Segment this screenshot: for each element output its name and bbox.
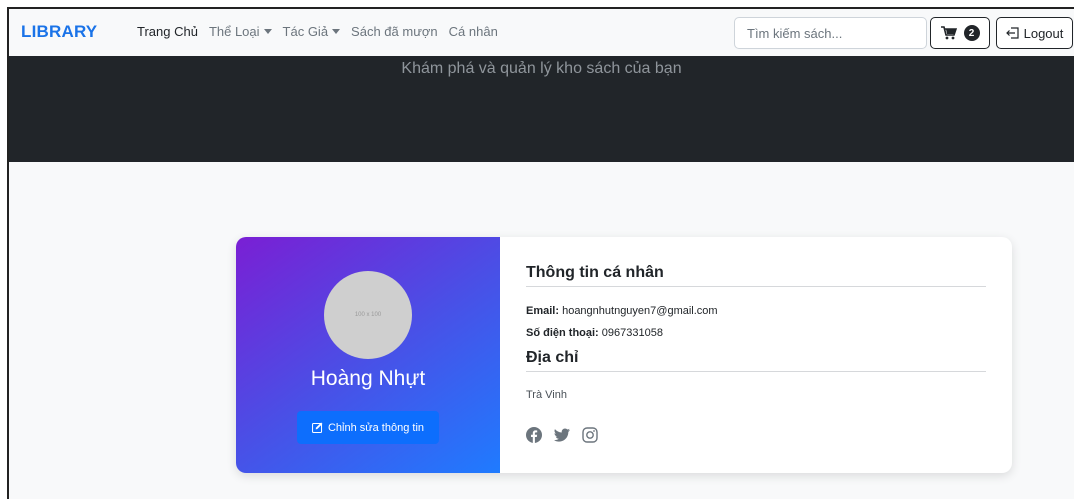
caret-down-icon [332,29,341,34]
nav-link-borrowed-books[interactable]: Sách đã mượn [351,24,438,39]
profile-card: 100 x 100 Hoàng Nhựt Chỉnh sửa thông tin… [236,237,1012,473]
logout-label: Logout [1023,25,1064,41]
edit-icon [312,422,323,433]
nav-link-label: Trang Chủ [137,24,198,39]
nav-link-label: Cá nhân [448,24,498,39]
address-title: Địa chỉ [526,349,986,372]
social-links [526,427,598,443]
nav-link-categories[interactable]: Thể Loại [209,24,272,39]
instagram-icon[interactable] [582,427,598,443]
logout-button[interactable]: Logout [996,17,1073,49]
facebook-icon[interactable] [526,427,542,443]
logout-icon [1005,27,1019,39]
edit-profile-label: Chỉnh sửa thông tin [327,421,425,434]
nav-link-label: Thể Loại [208,24,260,39]
profile-name: Hoàng Nhựt [310,367,426,390]
nav-link-profile[interactable]: Cá nhân [449,24,498,39]
email-line: Email: hoangnhutnguyen7@gmail.com [526,305,718,317]
email-value: hoangnhutnguyen7@gmail.com [562,305,718,317]
address-value: Trà Vinh [526,389,567,401]
edit-profile-button[interactable]: Chỉnh sửa thông tin [297,411,439,444]
browser-viewport: LIBRARY Trang Chủ Thể Loại Tác Giả Sách … [7,7,1074,499]
brand-logo[interactable]: LIBRARY [21,22,97,42]
phone-value: 0967331058 [601,327,663,339]
hero-banner: Khám phá và quản lý kho sách của bạn [9,56,1074,162]
profile-sidebar: 100 x 100 Hoàng Nhựt Chỉnh sửa thông tin [236,237,500,473]
nav-link-authors[interactable]: Tác Giả [283,24,341,39]
caret-down-icon [263,29,272,34]
personal-info-title: Thông tin cá nhân [526,264,986,287]
cart-count-badge: 2 [963,25,980,41]
navbar: LIBRARY Trang Chủ Thể Loại Tác Giả Sách … [9,9,1074,56]
phone-line: Số điện thoại: 0967331058 [526,327,663,339]
hero-tagline: Khám phá và quản lý kho sách của bạn [401,60,682,77]
cart-button[interactable]: 2 [930,17,990,49]
nav-link-label: Sách đã mượn [351,24,438,39]
cart-icon [940,26,957,40]
profile-details: Thông tin cá nhân Email: hoangnhutnguyen… [500,237,1012,473]
nav-link-home[interactable]: Trang Chủ [137,24,198,39]
twitter-icon[interactable] [554,427,570,443]
avatar: 100 x 100 [324,271,412,359]
phone-label: Số điện thoại: [526,327,599,339]
search-input[interactable] [734,17,927,49]
nav-links: Trang Chủ Thể Loại Tác Giả Sách đã mượn … [137,24,509,39]
email-label: Email: [526,305,560,317]
avatar-placeholder-text: 100 x 100 [354,312,382,318]
nav-link-label: Tác Giả [282,24,329,39]
